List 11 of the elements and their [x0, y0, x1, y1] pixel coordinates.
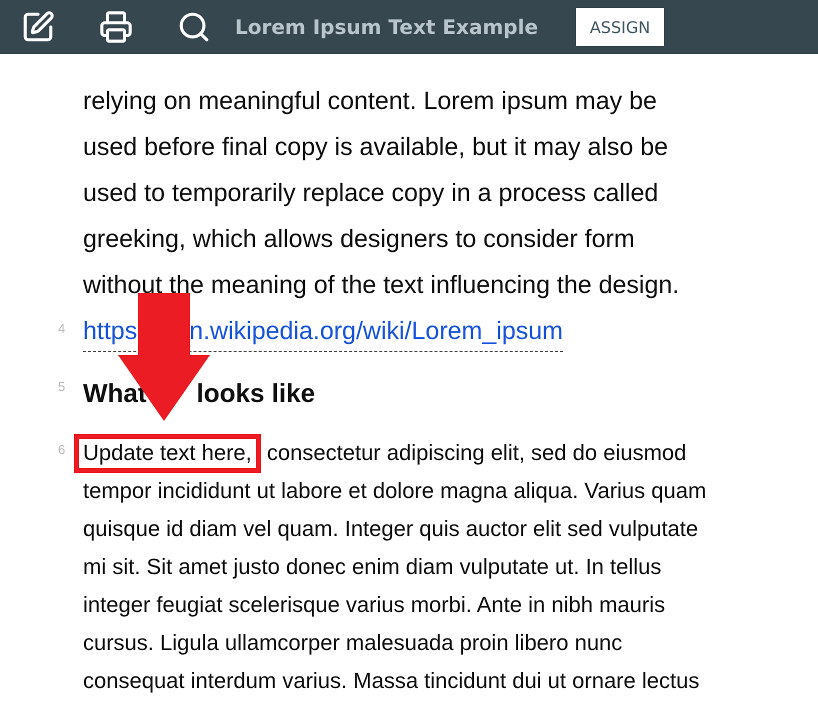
line-number: 6 — [57, 441, 66, 459]
printer-icon[interactable] — [99, 10, 133, 44]
line-number: 4 — [57, 320, 66, 338]
section-heading: What looks like — [83, 377, 316, 410]
edit-icon[interactable] — [21, 10, 55, 44]
paragraph: relying on meaningful content. Lorem ipsum may be used before final copy is available, but it may also be used to temporarily replace copy in a process called greeking, which allows designers to consider form without the meaning of the text influencing the design. — [83, 86, 680, 301]
search-icon[interactable] — [177, 10, 211, 44]
document-title: Lorem Ipsum Text Example — [235, 15, 538, 39]
line-number: 5 — [57, 378, 66, 396]
highlight-frame: Update text here, — [74, 434, 261, 473]
assign-button[interactable]: ASSIGN — [576, 8, 664, 46]
